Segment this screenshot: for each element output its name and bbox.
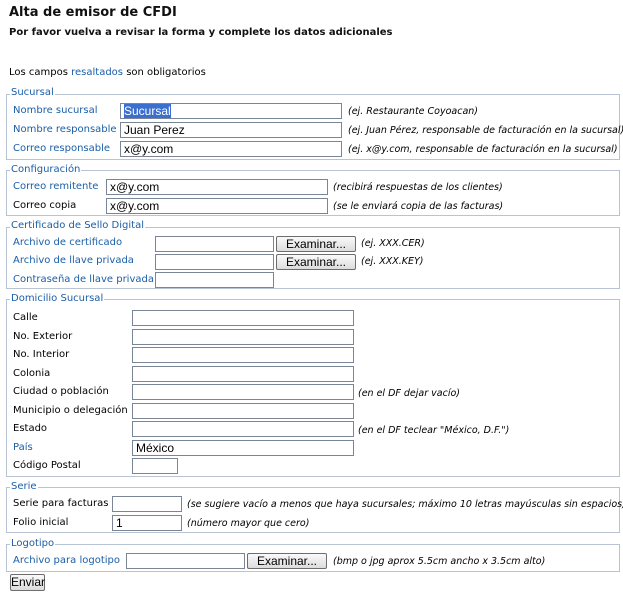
page-subtitle: Por favor vuelva a revisar la forma y co… — [9, 27, 393, 38]
contrasena-input[interactable] — [155, 272, 274, 288]
label-colonia: Colonia — [13, 368, 51, 379]
pais-input[interactable]: México — [132, 440, 354, 456]
archivo-llave-input[interactable] — [155, 254, 274, 270]
label-archivo-llave: Archivo de llave privada — [13, 255, 134, 266]
legend-sucursal: Sucursal — [10, 87, 55, 98]
no-interior-input[interactable] — [132, 347, 354, 363]
legend-logotipo: Logotipo — [10, 538, 56, 549]
label-no-exterior: No. Exterior — [13, 331, 73, 342]
page-title: Alta de emisor de CFDI — [9, 5, 177, 20]
hint-nombre-sucursal: (ej. Restaurante Coyoacan) — [348, 106, 479, 117]
hint-correo-copia: (se le enviará copia de las facturas) — [333, 201, 504, 212]
correo-copia-input[interactable]: x@y.com — [106, 198, 328, 214]
label-calle: Calle — [13, 312, 38, 323]
examinar-llave-button[interactable]: Examinar... — [276, 254, 356, 270]
label-correo-remitente: Correo remitente — [13, 181, 99, 192]
legend-domicilio: Domicilio Sucursal — [10, 293, 105, 304]
note-text-after: son obligatorios — [123, 67, 206, 78]
nombre-responsable-input[interactable]: Juan Perez — [120, 122, 342, 138]
municipio-input[interactable] — [132, 403, 354, 419]
legend-configuracion: Configuración — [10, 164, 82, 175]
label-archivo-certificado: Archivo de certificado — [13, 237, 123, 248]
required-fields-note: Los campos resaltados son obligatorios — [9, 67, 206, 78]
hint-archivo-logotipo: (bmp o jpg aprox 5.5cm ancho x 3.5cm alt… — [333, 556, 546, 567]
label-folio-inicial: Folio inicial — [13, 517, 69, 528]
calle-input[interactable] — [132, 310, 354, 326]
colonia-input[interactable] — [132, 366, 354, 382]
serie-facturas-input[interactable] — [112, 496, 182, 512]
fieldset-serie — [6, 487, 620, 533]
label-archivo-logotipo: Archivo para logotipo — [13, 555, 120, 566]
hint-archivo-llave: (ej. XXX.KEY) — [361, 256, 424, 267]
label-ciudad: Ciudad o población — [13, 386, 109, 397]
codigo-postal-input[interactable] — [132, 458, 178, 474]
hint-estado: (en el DF teclear "México, D.F.") — [358, 425, 510, 436]
label-nombre-responsable: Nombre responsable — [13, 124, 117, 135]
label-municipio: Municipio o delegación — [13, 405, 128, 416]
label-estado: Estado — [13, 423, 48, 434]
label-codigo-postal: Código Postal — [13, 460, 81, 471]
note-text-before: Los campos — [9, 67, 72, 78]
label-correo-copia: Correo copia — [13, 200, 77, 211]
hint-archivo-certificado: (ej. XXX.CER) — [361, 238, 425, 249]
folio-inicial-input[interactable]: 1 — [112, 515, 182, 531]
hint-nombre-responsable: (ej. Juan Pérez, responsable de facturac… — [348, 125, 623, 136]
hint-folio-inicial: (número mayor que cero) — [187, 518, 310, 529]
estado-input[interactable] — [132, 421, 354, 437]
examinar-logotipo-button[interactable]: Examinar... — [247, 553, 327, 569]
hint-correo-remitente: (recibirá respuestas de los clientes) — [333, 182, 503, 193]
hint-correo-responsable: (ej. x@y.com, responsable de facturación… — [348, 144, 618, 155]
archivo-certificado-input[interactable] — [155, 236, 274, 252]
nombre-sucursal-input[interactable]: Sucursal — [120, 103, 342, 119]
correo-responsable-input[interactable]: x@y.com — [120, 141, 342, 157]
examinar-certificado-button[interactable]: Examinar... — [276, 236, 356, 252]
legend-certificado: Certificado de Sello Digital — [10, 220, 145, 231]
label-contrasena: Contraseña de llave privada — [13, 274, 154, 285]
note-highlight: resaltados — [71, 67, 124, 78]
archivo-logotipo-input[interactable] — [126, 553, 245, 569]
label-pais: País — [13, 442, 33, 453]
label-correo-responsable: Correo responsable — [13, 143, 111, 154]
hint-serie-facturas: (se sugiere vacío a menos que haya sucur… — [187, 499, 623, 510]
label-serie-facturas: Serie para facturas — [13, 498, 109, 509]
enviar-button[interactable]: Enviar — [10, 574, 45, 591]
legend-serie: Serie — [10, 481, 38, 492]
correo-remitente-input[interactable]: x@y.com — [106, 179, 328, 195]
label-no-interior: No. Interior — [13, 349, 70, 360]
hint-ciudad: (en el DF dejar vacío) — [358, 388, 460, 399]
label-nombre-sucursal: Nombre sucursal — [13, 105, 98, 116]
ciudad-input[interactable] — [132, 384, 354, 400]
no-exterior-input[interactable] — [132, 329, 354, 345]
nombre-sucursal-value: Sucursal — [124, 104, 171, 118]
